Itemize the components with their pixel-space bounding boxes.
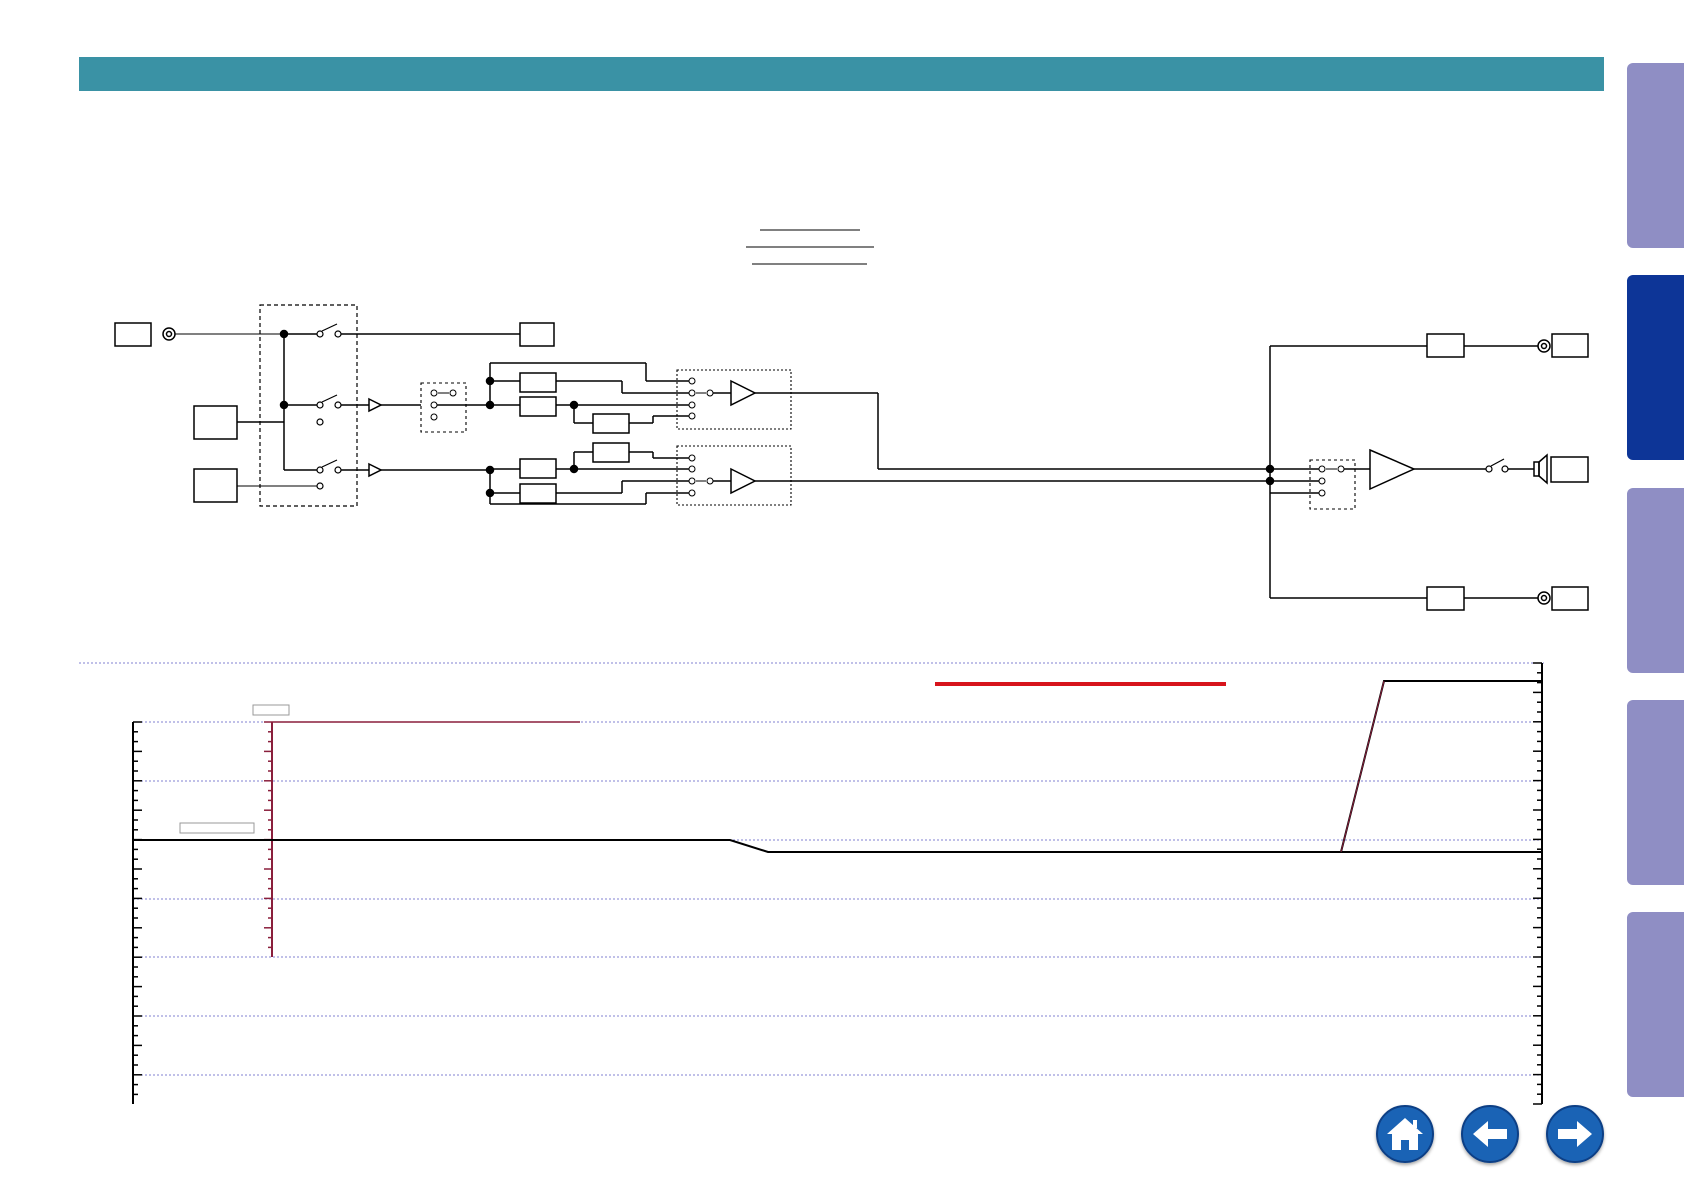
amplifier-icon	[730, 467, 757, 495]
right-axis-ticks	[1533, 662, 1542, 1105]
chart-gridlines	[133, 721, 1542, 1076]
output-jack-icon	[1537, 591, 1551, 605]
filter-box-5	[519, 458, 557, 479]
signal-level-trace	[133, 839, 1542, 853]
marker-ticks	[264, 721, 272, 949]
side-tab-5[interactable]	[1627, 912, 1684, 1097]
filter-box-2	[519, 396, 557, 417]
level-label-box-2	[179, 822, 255, 834]
level-chart	[132, 662, 1543, 1105]
output-box-bottom-right	[1551, 586, 1589, 611]
input-box-2	[193, 405, 238, 440]
mux-box-lower	[676, 445, 792, 506]
buffer-icon	[368, 397, 383, 413]
input-jack-icon	[162, 327, 176, 341]
title-underlines	[746, 229, 874, 265]
filter-box-4	[592, 442, 630, 463]
input-box-1	[114, 322, 152, 347]
side-tab-1[interactable]	[1627, 63, 1684, 248]
input-box-3	[193, 468, 238, 503]
output-buffer-top	[1426, 333, 1465, 358]
arrow-left-icon	[1461, 1105, 1519, 1163]
left-axis-ticks	[133, 721, 142, 1096]
filter-box-6	[519, 483, 557, 504]
output-jack-icon	[1537, 339, 1551, 353]
speaker-icon	[1533, 453, 1548, 485]
back-button[interactable]	[1461, 1105, 1519, 1163]
level-diagram	[79, 229, 1589, 1105]
output-buffer-bottom	[1426, 586, 1465, 611]
output-selector-box	[1309, 459, 1356, 510]
side-tab-2[interactable]	[1627, 275, 1684, 460]
side-tab-4[interactable]	[1627, 700, 1684, 885]
output-box-speaker	[1550, 456, 1589, 483]
level-label-box-1	[252, 704, 290, 716]
buffer-icon	[368, 462, 383, 478]
filter-box-3	[592, 413, 630, 434]
switch-icon	[316, 323, 342, 490]
arrow-right-icon	[1546, 1105, 1604, 1163]
amplifier-icon	[730, 379, 757, 407]
output-box-top	[519, 322, 555, 347]
small-selector-box	[420, 382, 467, 433]
side-tab-3[interactable]	[1627, 488, 1684, 673]
block-diagram	[114, 304, 1589, 611]
power-amplifier-icon	[1369, 448, 1416, 491]
home-icon	[1376, 1105, 1434, 1163]
filter-box-1	[519, 372, 557, 393]
home-button[interactable]	[1376, 1105, 1434, 1163]
output-box-top-right	[1551, 333, 1589, 358]
forward-button[interactable]	[1546, 1105, 1604, 1163]
signal-level-trace-rise	[1340, 680, 1542, 853]
